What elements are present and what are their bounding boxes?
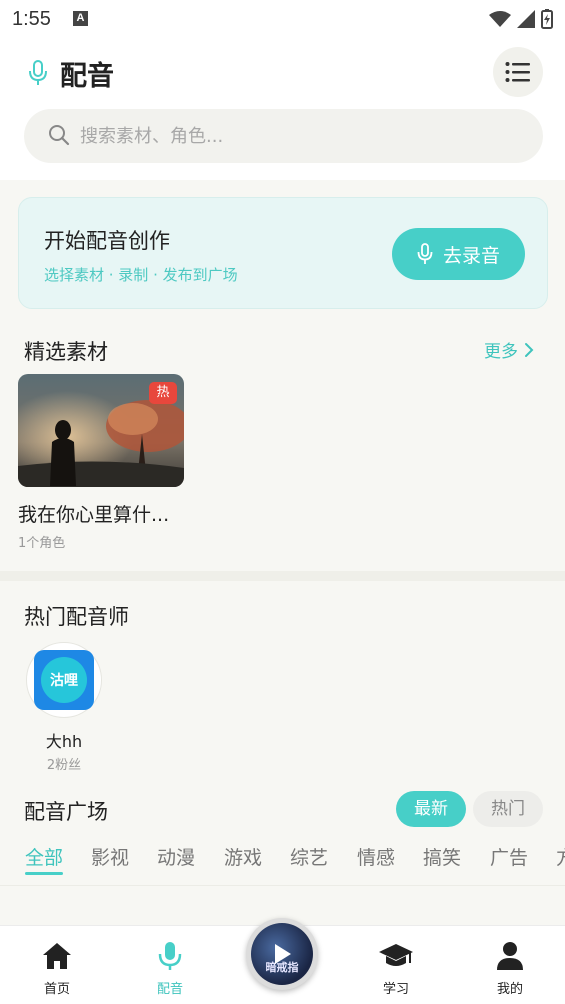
tab-comedy[interactable]: 搞笑 [423, 843, 461, 870]
material-card-thumbnail[interactable]: 热 [18, 374, 184, 487]
nav-learn[interactable]: 学习 [356, 926, 436, 1004]
status-time: 1:55 [12, 8, 51, 30]
material-card-role-count: 1个角色 [18, 536, 66, 551]
list-separator [0, 885, 565, 886]
material-card-title[interactable]: 我在你心里算什... [18, 500, 169, 527]
notification-icon: A [73, 11, 88, 26]
search-bar[interactable] [24, 109, 543, 163]
nav-learn-label: 学习 [382, 982, 409, 997]
search-icon [49, 125, 70, 146]
tab-more-partial[interactable]: 方 [556, 843, 565, 870]
mic-icon [158, 942, 182, 970]
category-tabs: 全部 影视 动漫 游戏 综艺 情感 搞笑 广告 方 [25, 843, 565, 883]
banner-subtitle: 选择素材 · 录制 · 发布到广场 [44, 266, 238, 284]
nav-home-label: 首页 [43, 982, 70, 997]
tab-ads[interactable]: 广告 [490, 843, 528, 870]
plaza-section-title: 配音广场 [24, 800, 108, 824]
dubber-avatar[interactable]: 沽哩 [26, 642, 102, 718]
create-dubbing-banner: 开始配音创作 选择素材 · 录制 · 发布到广场 去录音 [18, 197, 548, 309]
home-icon [43, 943, 71, 969]
now-playing-disc[interactable]: 暗戒指 [246, 918, 318, 990]
avatar: 沽哩 [34, 650, 94, 710]
go-record-button[interactable]: 去录音 [392, 228, 525, 280]
search-input[interactable] [80, 109, 520, 163]
dubber-name[interactable]: 大hh [30, 728, 98, 752]
banner-title: 开始配音创作 [44, 229, 170, 253]
dubber-fans: 2粉丝 [46, 758, 82, 773]
mic-icon [29, 60, 47, 85]
tab-anime[interactable]: 动漫 [157, 843, 195, 870]
now-playing-cover: 暗戒指 [251, 923, 313, 985]
section-divider [0, 571, 565, 581]
play-icon [275, 944, 291, 964]
tab-emotion[interactable]: 情感 [357, 843, 395, 870]
signal-icon [517, 10, 535, 28]
status-icons [489, 9, 553, 29]
header: 配音 [0, 40, 565, 180]
tab-film[interactable]: 影视 [91, 843, 129, 870]
featured-section-title: 精选素材 [24, 340, 108, 364]
go-record-label: 去录音 [442, 244, 500, 267]
hot-badge: 热 [149, 382, 177, 404]
nav-mine-label: 我的 [496, 982, 523, 997]
user-icon [497, 942, 523, 970]
sort-latest-button[interactable]: 最新 [396, 791, 466, 827]
nav-mine[interactable]: 我的 [470, 926, 550, 1004]
page-title: 配音 [60, 61, 114, 92]
avatar-text: 沽哩 [41, 657, 87, 703]
chevron-right-icon [525, 342, 534, 357]
nav-dubbing-label: 配音 [156, 982, 183, 997]
nav-home[interactable]: 首页 [17, 926, 97, 1004]
nav-dubbing[interactable]: 配音 [130, 926, 210, 1004]
status-bar: 1:55 A [0, 0, 565, 40]
active-tab-indicator [25, 872, 63, 875]
list-menu-icon [505, 62, 530, 82]
tab-variety[interactable]: 综艺 [290, 843, 328, 870]
sort-hot-button[interactable]: 热门 [473, 791, 543, 827]
tab-game[interactable]: 游戏 [224, 843, 262, 870]
tab-all[interactable]: 全部 [25, 843, 63, 870]
more-label: 更多 [484, 342, 518, 362]
graduation-cap-icon [379, 944, 413, 966]
popular-dubbers-title: 热门配音师 [24, 605, 129, 629]
wifi-icon [489, 11, 511, 27]
battery-icon [541, 9, 553, 29]
mic-icon [417, 243, 433, 264]
more-link[interactable]: 更多 [484, 337, 534, 362]
menu-button[interactable] [493, 47, 543, 97]
